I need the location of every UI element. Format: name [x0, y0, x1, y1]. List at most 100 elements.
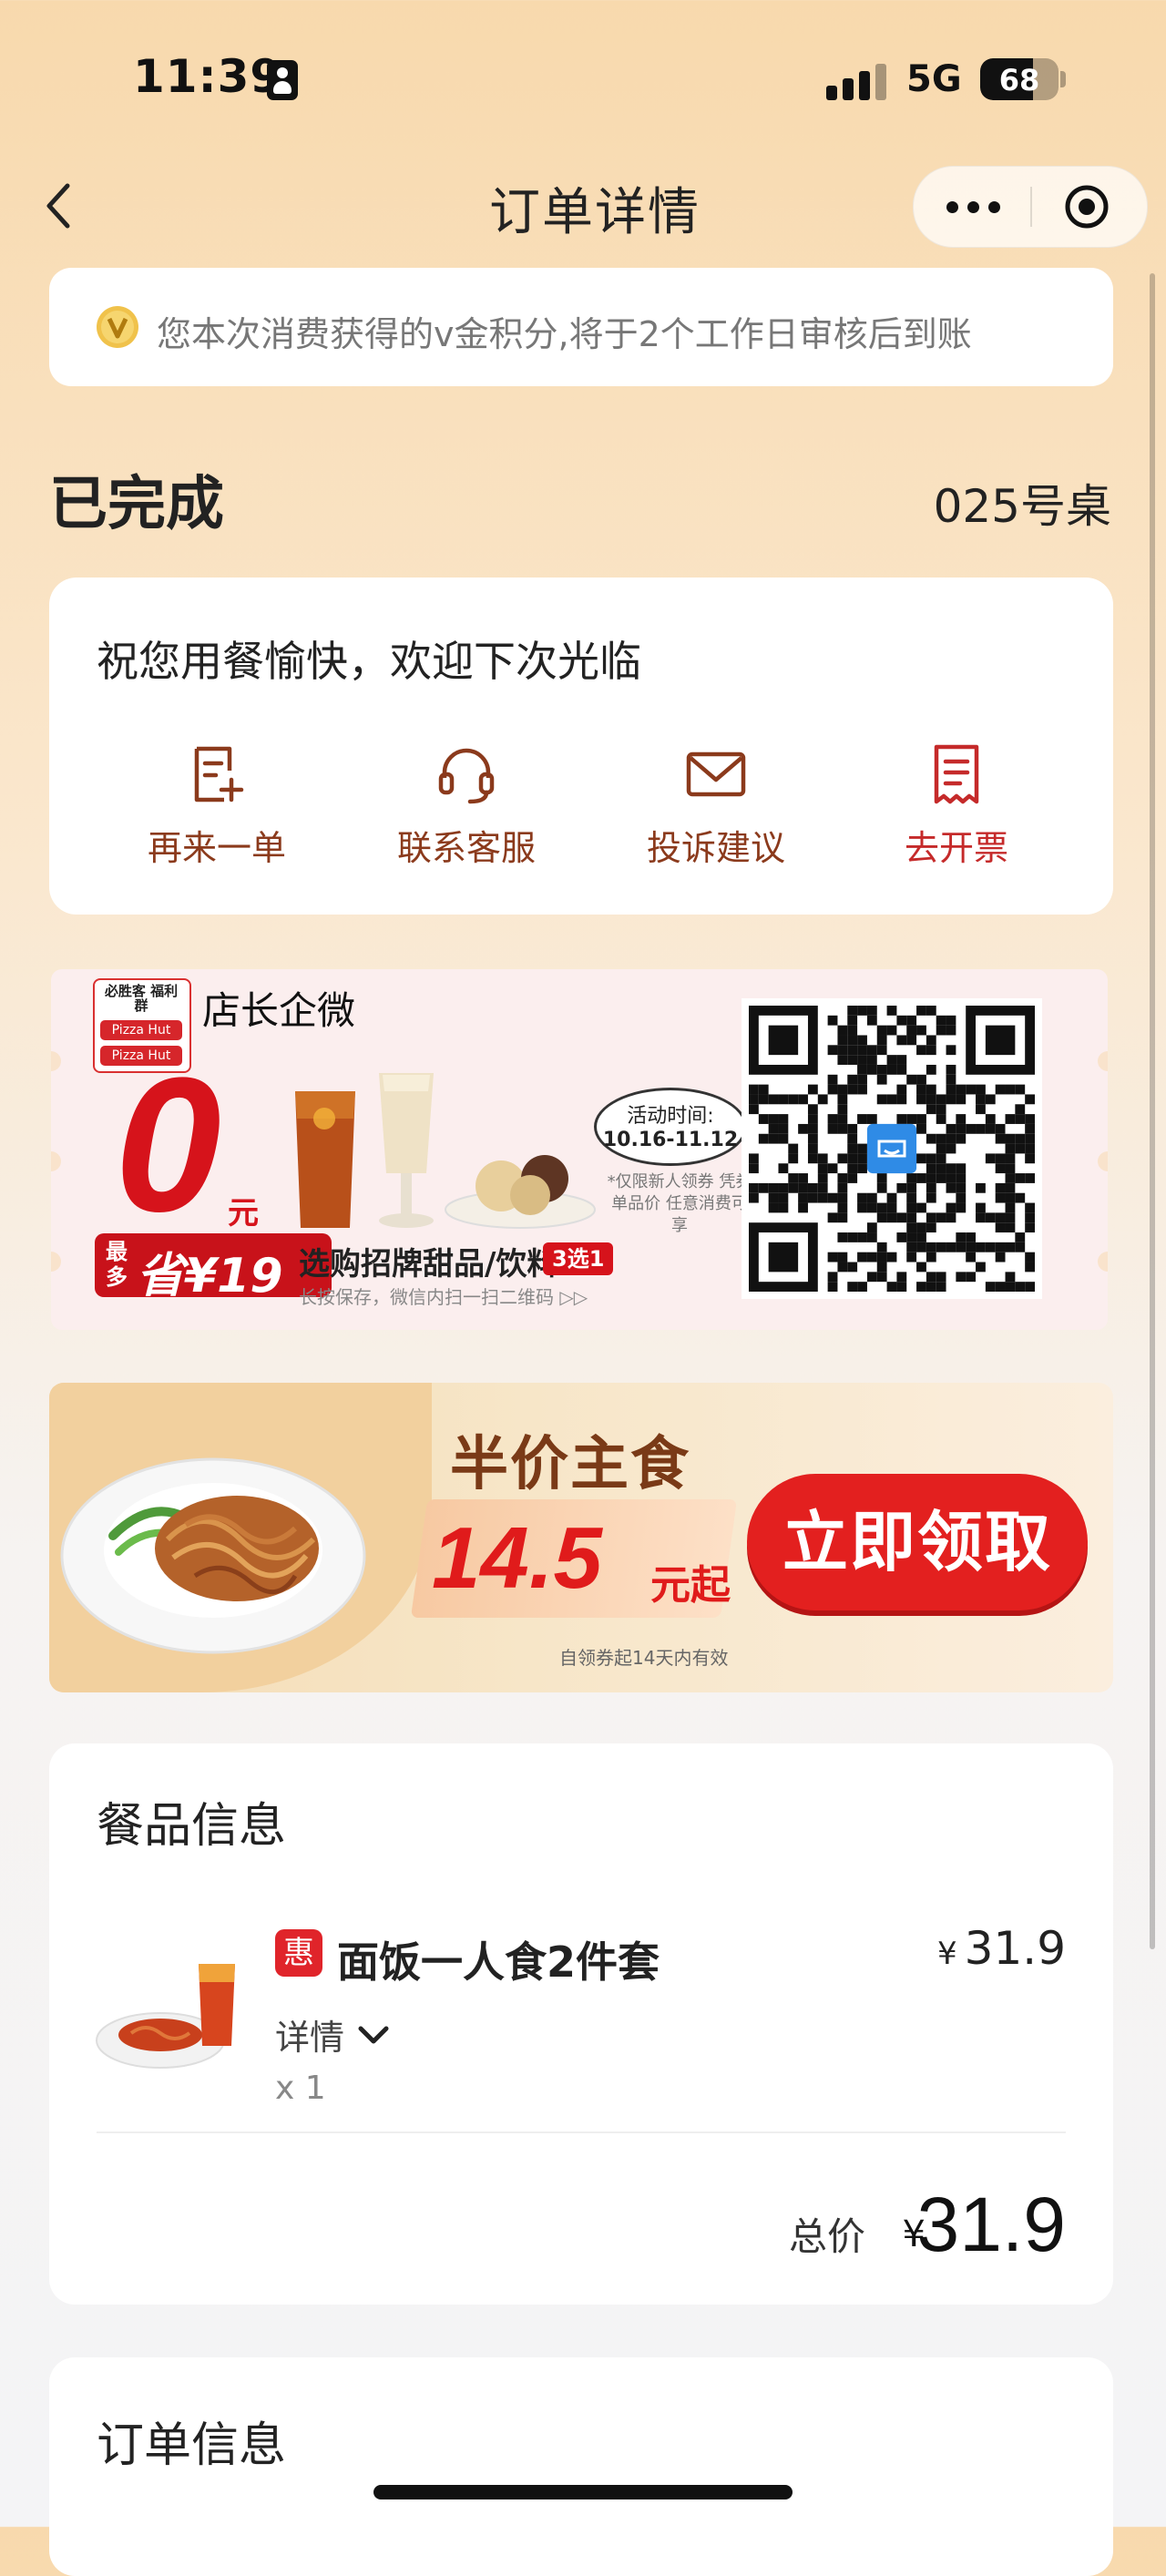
qr-module: [857, 1114, 867, 1124]
scrollbar[interactable]: [1150, 273, 1155, 1949]
invoice-button[interactable]: 去开票: [847, 741, 1066, 870]
order-status: 已完成: [49, 471, 224, 538]
claim-button[interactable]: 立即领取: [747, 1474, 1088, 1610]
qr-module: [956, 1242, 967, 1252]
qr-module: [837, 1182, 848, 1193]
qr-module: [1015, 1282, 1026, 1292]
qr-module: [876, 1035, 887, 1046]
qr-module: [926, 1282, 936, 1292]
save-badge: 最多 省¥19: [95, 1233, 332, 1303]
qr-module: [1025, 1123, 1035, 1134]
qr-module: [946, 1094, 956, 1105]
qr-module: [936, 1094, 946, 1105]
activity-note: *仅限新人领券 凭券单品价 任意消费可享: [607, 1172, 752, 1235]
promo-text: 选购招牌甜品/饮料: [299, 1246, 558, 1283]
qr-module: [837, 1025, 848, 1036]
qr-module: [886, 1192, 897, 1203]
qr-module: [866, 1252, 877, 1262]
qr-module: [827, 1282, 838, 1292]
qr-module: [847, 1133, 858, 1144]
qr-module: [956, 1232, 967, 1242]
qr-module: [1005, 1153, 1016, 1164]
qr-module: [946, 1173, 956, 1183]
qr-module: [916, 1232, 926, 1242]
feedback-button[interactable]: 投诉建议: [607, 741, 825, 870]
qr-module: [985, 1282, 996, 1292]
qr-module: [1025, 1202, 1035, 1213]
qr-module: [956, 1114, 967, 1124]
qr-module: [896, 1055, 907, 1065]
focus-person-icon: [267, 60, 298, 100]
qr-module: [798, 1202, 808, 1213]
more-options-icon[interactable]: [946, 198, 1001, 216]
qr-module: [995, 1282, 1006, 1292]
qr-module: [827, 1252, 838, 1262]
store-manager-qr-banner[interactable]: 必胜客 福利群 Pizza Hut Pizza Hut 店长企微 0 元 最多 …: [51, 969, 1108, 1330]
qr-module: [946, 1143, 956, 1154]
qr-module: [827, 1212, 838, 1223]
qr-module: [956, 1094, 967, 1105]
zero-price: 0: [115, 1038, 221, 1252]
qr-module: [995, 1133, 1006, 1144]
signal-icon: [826, 60, 890, 100]
qr-module: [995, 1123, 1006, 1134]
qr-module: [956, 1163, 967, 1174]
ice-cream-image: [445, 1155, 596, 1229]
qr-module: [896, 1272, 907, 1283]
qr-module: [749, 1104, 759, 1115]
qr-module: [906, 1192, 917, 1203]
qr-module: [926, 1045, 936, 1056]
home-indicator[interactable]: [373, 2485, 793, 2499]
qr-module: [778, 1094, 789, 1105]
qr-module: [837, 1173, 848, 1183]
qr-module: [857, 1064, 867, 1075]
half-price-banner[interactable]: 半价主食 14.5 元起 立即领取 自领券起14天内有效: [49, 1383, 1113, 1692]
qr-module: [985, 1212, 996, 1223]
qr-module: [995, 1222, 1006, 1233]
qr-module: [768, 1094, 779, 1105]
qr-module: [926, 1163, 936, 1174]
customer-service-label: 联系客服: [396, 828, 536, 868]
qr-module: [916, 1262, 926, 1273]
qr-module: [807, 1114, 818, 1124]
customer-service-button[interactable]: 联系客服: [357, 741, 576, 870]
qr-module: [1025, 1212, 1035, 1223]
qr-module: [1025, 1094, 1035, 1105]
qr-module: [1025, 1153, 1035, 1164]
qr-module: [926, 1272, 936, 1283]
product-image[interactable]: [95, 1946, 250, 2073]
notice-text: 您本次消费获得的v金积分,将于2个工作日审核后到账: [157, 314, 972, 354]
qr-module: [896, 1114, 907, 1124]
qr-module: [876, 1173, 887, 1183]
qr-module: [778, 1123, 789, 1134]
qr-module: [946, 1015, 956, 1026]
qr-module: [1015, 1242, 1026, 1252]
qr-module: [936, 1163, 946, 1174]
qr-module: [886, 1006, 897, 1016]
qr-code[interactable]: [742, 998, 1042, 1299]
qr-module: [906, 1202, 917, 1213]
qr-module: [985, 1094, 996, 1105]
manager-wechat-label: 店长企微: [202, 988, 356, 1033]
close-miniprogram-icon[interactable]: [1063, 183, 1110, 230]
reorder-icon: [194, 746, 244, 802]
chevron-down-icon[interactable]: [355, 2017, 392, 2053]
qr-module: [876, 1212, 887, 1223]
qr-module: [1025, 1252, 1035, 1262]
mini-program-capsule: [913, 166, 1148, 248]
battery-icon: 68: [980, 58, 1059, 100]
qr-module: [886, 1202, 897, 1213]
noodle-dish-image: [60, 1457, 366, 1654]
qr-module: [946, 1045, 956, 1056]
qr-module: [778, 1182, 789, 1193]
reorder-button[interactable]: 再来一单: [107, 741, 326, 870]
qr-module: [926, 1192, 936, 1203]
qr-module: [837, 1262, 848, 1273]
qr-module: [788, 1143, 799, 1154]
qr-module: [857, 1055, 867, 1065]
product-info-card: 餐品信息 惠 面饭一人食2件套 ¥31.9 详情 x 1 总价 ¥ 31.9: [49, 1743, 1113, 2305]
qr-module: [985, 1123, 996, 1134]
qr-module: [857, 1074, 867, 1085]
qr-module: [837, 1084, 848, 1095]
detail-toggle[interactable]: 详情: [275, 2009, 344, 2060]
